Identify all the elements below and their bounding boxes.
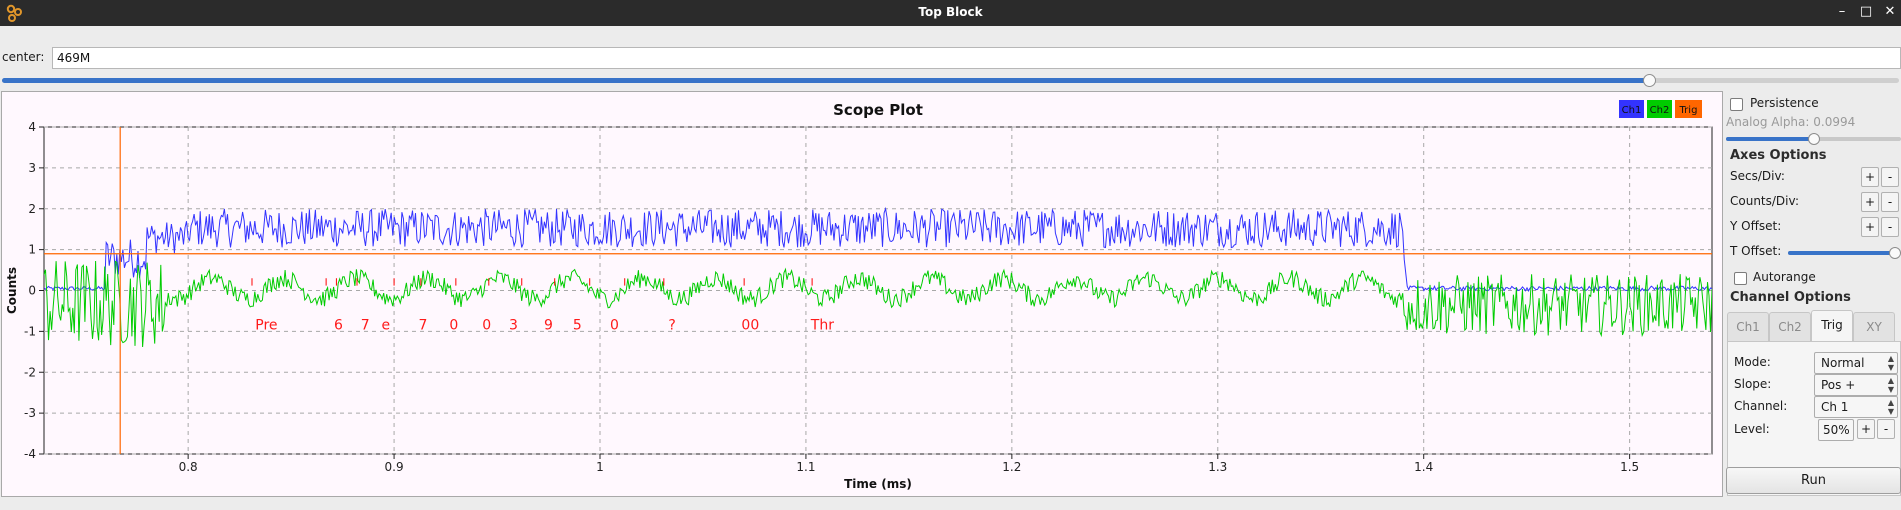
x-tick-label: 0.9 — [385, 460, 404, 474]
plot-title: Scope Plot — [833, 101, 923, 119]
autorange-label: Autorange — [1753, 270, 1816, 284]
secs-div-decrease-button[interactable]: - — [1881, 167, 1899, 187]
counts-div-increase-button[interactable]: + — [1861, 192, 1879, 212]
tab-ch2[interactable]: Ch2 — [1769, 312, 1811, 342]
spin-arrows-icon: ▲ ▼ — [1887, 376, 1894, 394]
decoded-token-label: 7 — [361, 317, 370, 333]
x-tick-label: 1 — [596, 460, 604, 474]
t-offset-handle[interactable] — [1888, 247, 1901, 259]
run-button[interactable]: Run — [1726, 467, 1901, 494]
scope-plot[interactable]: 0.8 0.9 1 1.1 1.2 1.3 1.4 1.5 -4 -3 -2 -1 0 1 2 3 4 Scope… — [1, 91, 1723, 497]
x-tick-label: 1.5 — [1620, 460, 1639, 474]
y-tick-label: -3 — [24, 406, 36, 420]
slope-label: Slope: — [1734, 377, 1772, 391]
y-tick-label: 4 — [28, 120, 36, 134]
tab-xy[interactable]: XY — [1853, 312, 1895, 342]
y-tick-label: -1 — [24, 324, 36, 338]
y-offset-label: Y Offset: — [1730, 219, 1782, 233]
x-axis-label: Time (ms) — [844, 477, 912, 491]
level-value: 50% — [1823, 423, 1850, 437]
analog-alpha-label: Analog Alpha: 0.0994 — [1726, 115, 1856, 129]
series-ch2-line — [44, 260, 1712, 348]
channel-label: Channel: — [1734, 399, 1788, 413]
spin-arrows-icon: ▲ ▼ — [1887, 354, 1894, 372]
y-tick-label: 1 — [28, 243, 36, 257]
t-offset-label: T Offset: — [1730, 244, 1782, 258]
decoded-token-label: 0 — [482, 317, 491, 333]
maximize-button[interactable]: □ — [1857, 3, 1875, 21]
legend-label-trig: Trig — [1679, 105, 1698, 116]
x-tick-label: 1.4 — [1414, 460, 1433, 474]
slope-value: Pos + — [1821, 378, 1856, 392]
mode-select[interactable]: Normal ▲ ▼ — [1814, 352, 1898, 374]
mode-label: Mode: — [1734, 355, 1771, 369]
spin-arrows-icon: ▲ ▼ — [1887, 398, 1894, 416]
y-tick-label: -2 — [24, 365, 36, 379]
y-offset-increase-button[interactable]: + — [1861, 217, 1879, 237]
channel-value: Ch 1 — [1821, 400, 1849, 414]
y-tick-label: 0 — [28, 284, 36, 298]
level-label: Level: — [1734, 422, 1770, 436]
decoded-token-label: 9 — [544, 317, 553, 333]
close-button[interactable]: ✕ — [1881, 3, 1899, 21]
center-slider-fill — [2, 78, 1649, 83]
decoded-token-label: Pre — [255, 317, 277, 333]
x-tick-label: 1.2 — [1002, 460, 1021, 474]
window-title: Top Block — [918, 5, 983, 19]
minimize-button[interactable]: – — [1833, 3, 1851, 21]
mode-value: Normal — [1821, 356, 1865, 370]
channel-options-heading: Channel Options — [1730, 290, 1851, 305]
axes-options-heading: Axes Options — [1730, 148, 1827, 163]
center-slider-handle[interactable] — [1642, 74, 1656, 87]
slope-select[interactable]: Pos + ▲ ▼ — [1814, 374, 1898, 396]
counts-div-label: Counts/Div: — [1730, 194, 1799, 208]
secs-div-increase-button[interactable]: + — [1861, 167, 1879, 187]
center-label: center: — [2, 50, 45, 64]
decoded-token-label: 3 — [509, 317, 518, 333]
scope-plot-canvas[interactable]: 0.8 0.9 1 1.1 1.2 1.3 1.4 1.5 -4 -3 -2 -1 0 1 2 3 4 Scope… — [2, 92, 1724, 498]
x-tick-label: 1.1 — [796, 460, 815, 474]
persistence-checkbox[interactable] — [1730, 98, 1743, 111]
secs-div-label: Secs/Div: — [1730, 169, 1785, 183]
level-increase-button[interactable]: + — [1857, 419, 1875, 439]
control-panel: Persistence Analog Alpha: 0.0994 Axes Op… — [1724, 91, 1901, 497]
level-field[interactable]: 50% — [1818, 419, 1854, 441]
decoded-token-label: Thr — [810, 317, 834, 333]
tab-trig[interactable]: Trig — [1811, 310, 1853, 342]
decoded-token-label: 7 — [418, 317, 427, 333]
decoded-token-label: 00 — [741, 317, 759, 333]
counts-div-decrease-button[interactable]: - — [1881, 192, 1899, 212]
x-tick-label: 1.3 — [1208, 460, 1227, 474]
channel-select[interactable]: Ch 1 ▲ ▼ — [1814, 396, 1898, 418]
y-tick-label: 2 — [28, 202, 36, 216]
decoded-token-label: 0 — [449, 317, 458, 333]
legend-label-ch2: Ch2 — [1650, 105, 1670, 116]
y-offset-decrease-button[interactable]: - — [1881, 217, 1899, 237]
center-frequency-row: center: — [0, 46, 1901, 72]
decoded-token-label: 6 — [334, 317, 343, 333]
autorange-checkbox[interactable] — [1734, 272, 1747, 285]
analog-alpha-handle[interactable] — [1807, 133, 1820, 145]
legend-label-ch1: Ch1 — [1622, 105, 1642, 116]
t-offset-slider[interactable] — [1788, 251, 1898, 255]
tab-ch1[interactable]: Ch1 — [1727, 312, 1769, 342]
decoded-token-label: ? — [668, 317, 675, 333]
y-tick-label: -4 — [24, 447, 36, 461]
window-titlebar: Top Block – □ ✕ — [0, 0, 1901, 26]
decoded-token-label: 5 — [573, 317, 582, 333]
decoded-token-label: 0 — [610, 317, 619, 333]
decoded-token-label: e — [382, 317, 391, 333]
center-frequency-input[interactable] — [52, 47, 1901, 69]
persistence-label: Persistence — [1750, 96, 1819, 110]
level-decrease-button[interactable]: - — [1877, 419, 1895, 439]
y-axis-label: Counts — [5, 267, 19, 314]
t-offset-fill — [1788, 251, 1895, 255]
x-tick-label: 0.8 — [179, 460, 198, 474]
center-frequency-slider[interactable] — [2, 78, 1899, 83]
y-tick-label: 3 — [28, 161, 36, 175]
analog-alpha-fill — [1726, 137, 1814, 141]
